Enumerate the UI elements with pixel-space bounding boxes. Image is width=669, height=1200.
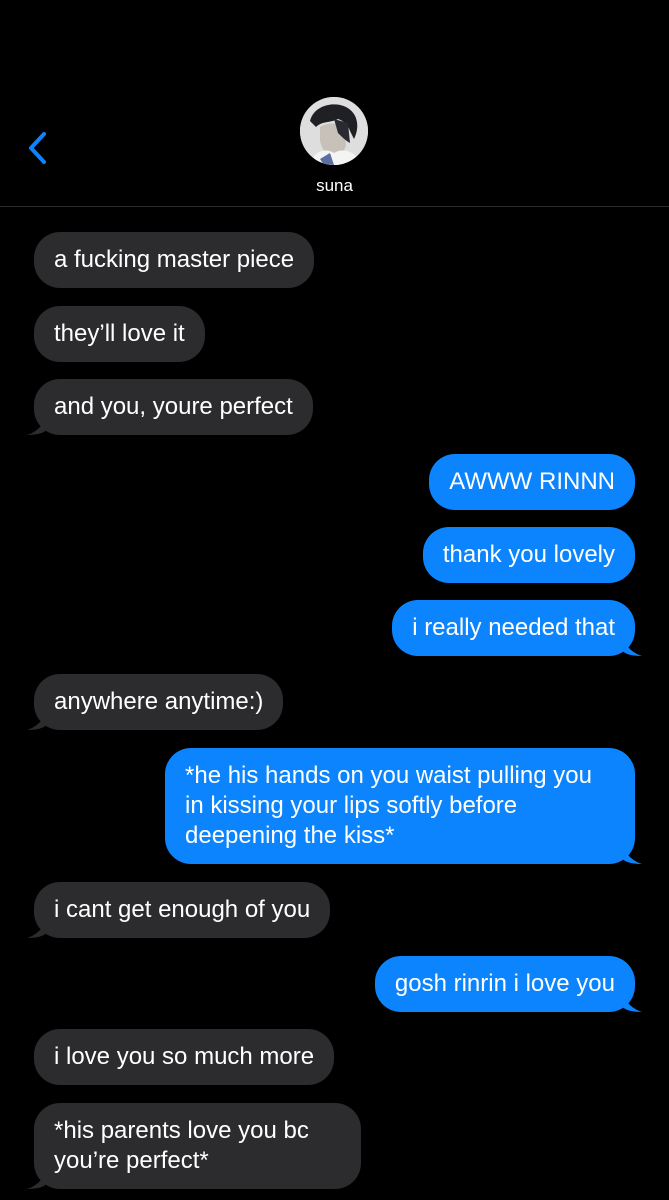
outgoing-message-bubble[interactable]: gosh rinrin i love you [374, 956, 642, 1012]
message-text: i really needed that [412, 614, 615, 641]
outgoing-message-bubble[interactable]: thank you lovely [422, 527, 635, 583]
bubble-tail [622, 634, 642, 656]
incoming-message-bubble[interactable]: i love you so much more [34, 1029, 335, 1085]
outgoing-message-bubble[interactable]: AWWW RINNN [429, 454, 635, 510]
incoming-message-bubble[interactable]: anywhere anytime:) [27, 674, 284, 730]
bubble-tail [622, 990, 642, 1012]
contact-name[interactable]: suna [0, 176, 669, 196]
incoming-message-bubble[interactable]: they’ll love it [34, 306, 205, 362]
message-text: i love you so much more [54, 1043, 315, 1070]
message-text: and you, youre perfect [54, 393, 293, 420]
message-text: AWWW RINNN [449, 468, 615, 495]
incoming-message-bubble[interactable]: *his parents love you bc you’re perfect* [27, 1103, 361, 1189]
message-text: anywhere anytime:) [54, 688, 264, 715]
message-text: i cant get enough of you [54, 896, 311, 923]
conversation-header: suna [0, 0, 669, 207]
outgoing-message-bubble[interactable]: *he his hands on you waist pulling you i… [165, 748, 642, 864]
message-text: *his parents love you bc you’re perfect* [54, 1117, 309, 1174]
message-text: a fucking master piece [54, 246, 295, 273]
incoming-message-bubble[interactable]: and you, youre perfect [27, 379, 313, 435]
bubble-tail [27, 413, 47, 435]
outgoing-message-bubble[interactable]: i really needed that [392, 600, 642, 656]
message-text: they’ll love it [54, 320, 185, 347]
message-text: gosh rinrin i love you [394, 970, 615, 997]
bubble-tail [27, 916, 47, 938]
bubble-tail [27, 1167, 47, 1189]
contact-avatar[interactable] [300, 97, 368, 165]
message-thread: a fucking master piece they’ll love it a… [0, 206, 669, 1200]
incoming-message-bubble[interactable]: a fucking master piece [34, 232, 315, 288]
bubble-tail [27, 708, 47, 730]
message-text: *he his hands on you waist pulling you i… [185, 762, 592, 849]
message-text: thank you lovely [442, 541, 615, 568]
back-chevron-icon[interactable] [24, 130, 54, 166]
incoming-message-bubble[interactable]: i cant get enough of you [27, 882, 331, 938]
bubble-tail [622, 842, 642, 864]
